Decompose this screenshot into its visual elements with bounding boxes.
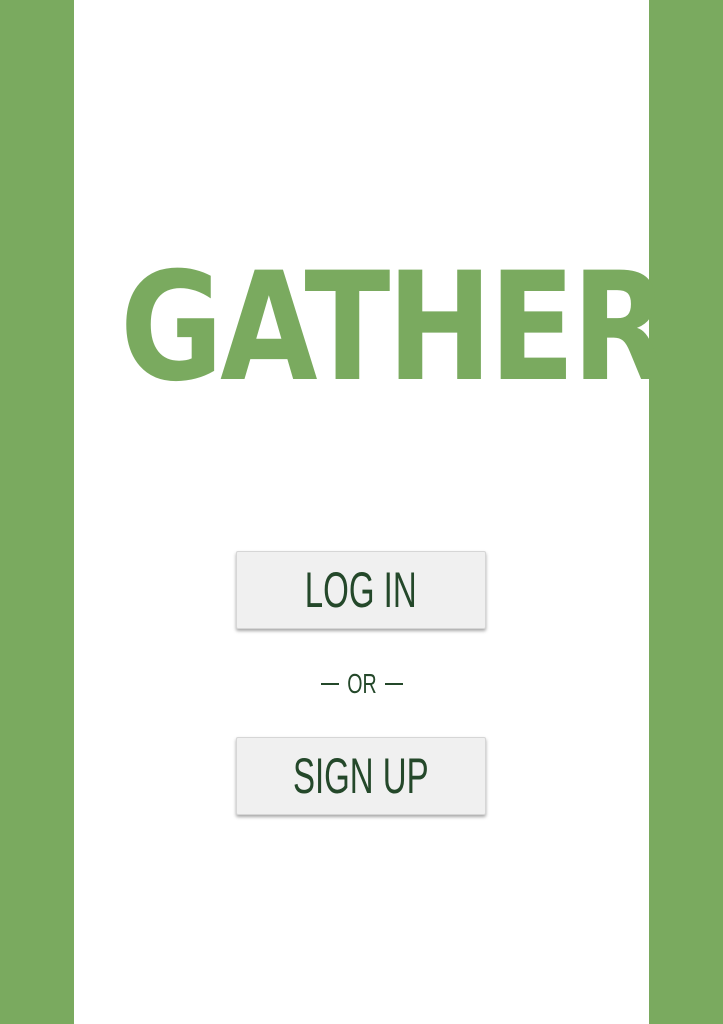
login-button-label: LOG IN: [305, 562, 417, 618]
login-button[interactable]: LOG IN: [236, 551, 486, 629]
or-label: OR: [346, 668, 377, 699]
main-panel: GATHER LOG IN OR SIGN UP: [74, 0, 669, 1024]
divider-dash-left: [320, 683, 339, 685]
signup-button-label: SIGN UP: [293, 748, 429, 804]
app-logo: GATHER: [120, 241, 669, 415]
signup-button[interactable]: SIGN UP: [236, 737, 486, 815]
divider-dash-right: [384, 683, 403, 685]
app-screen: GATHER LOG IN OR SIGN UP: [0, 0, 723, 1024]
or-divider: OR: [74, 664, 649, 704]
